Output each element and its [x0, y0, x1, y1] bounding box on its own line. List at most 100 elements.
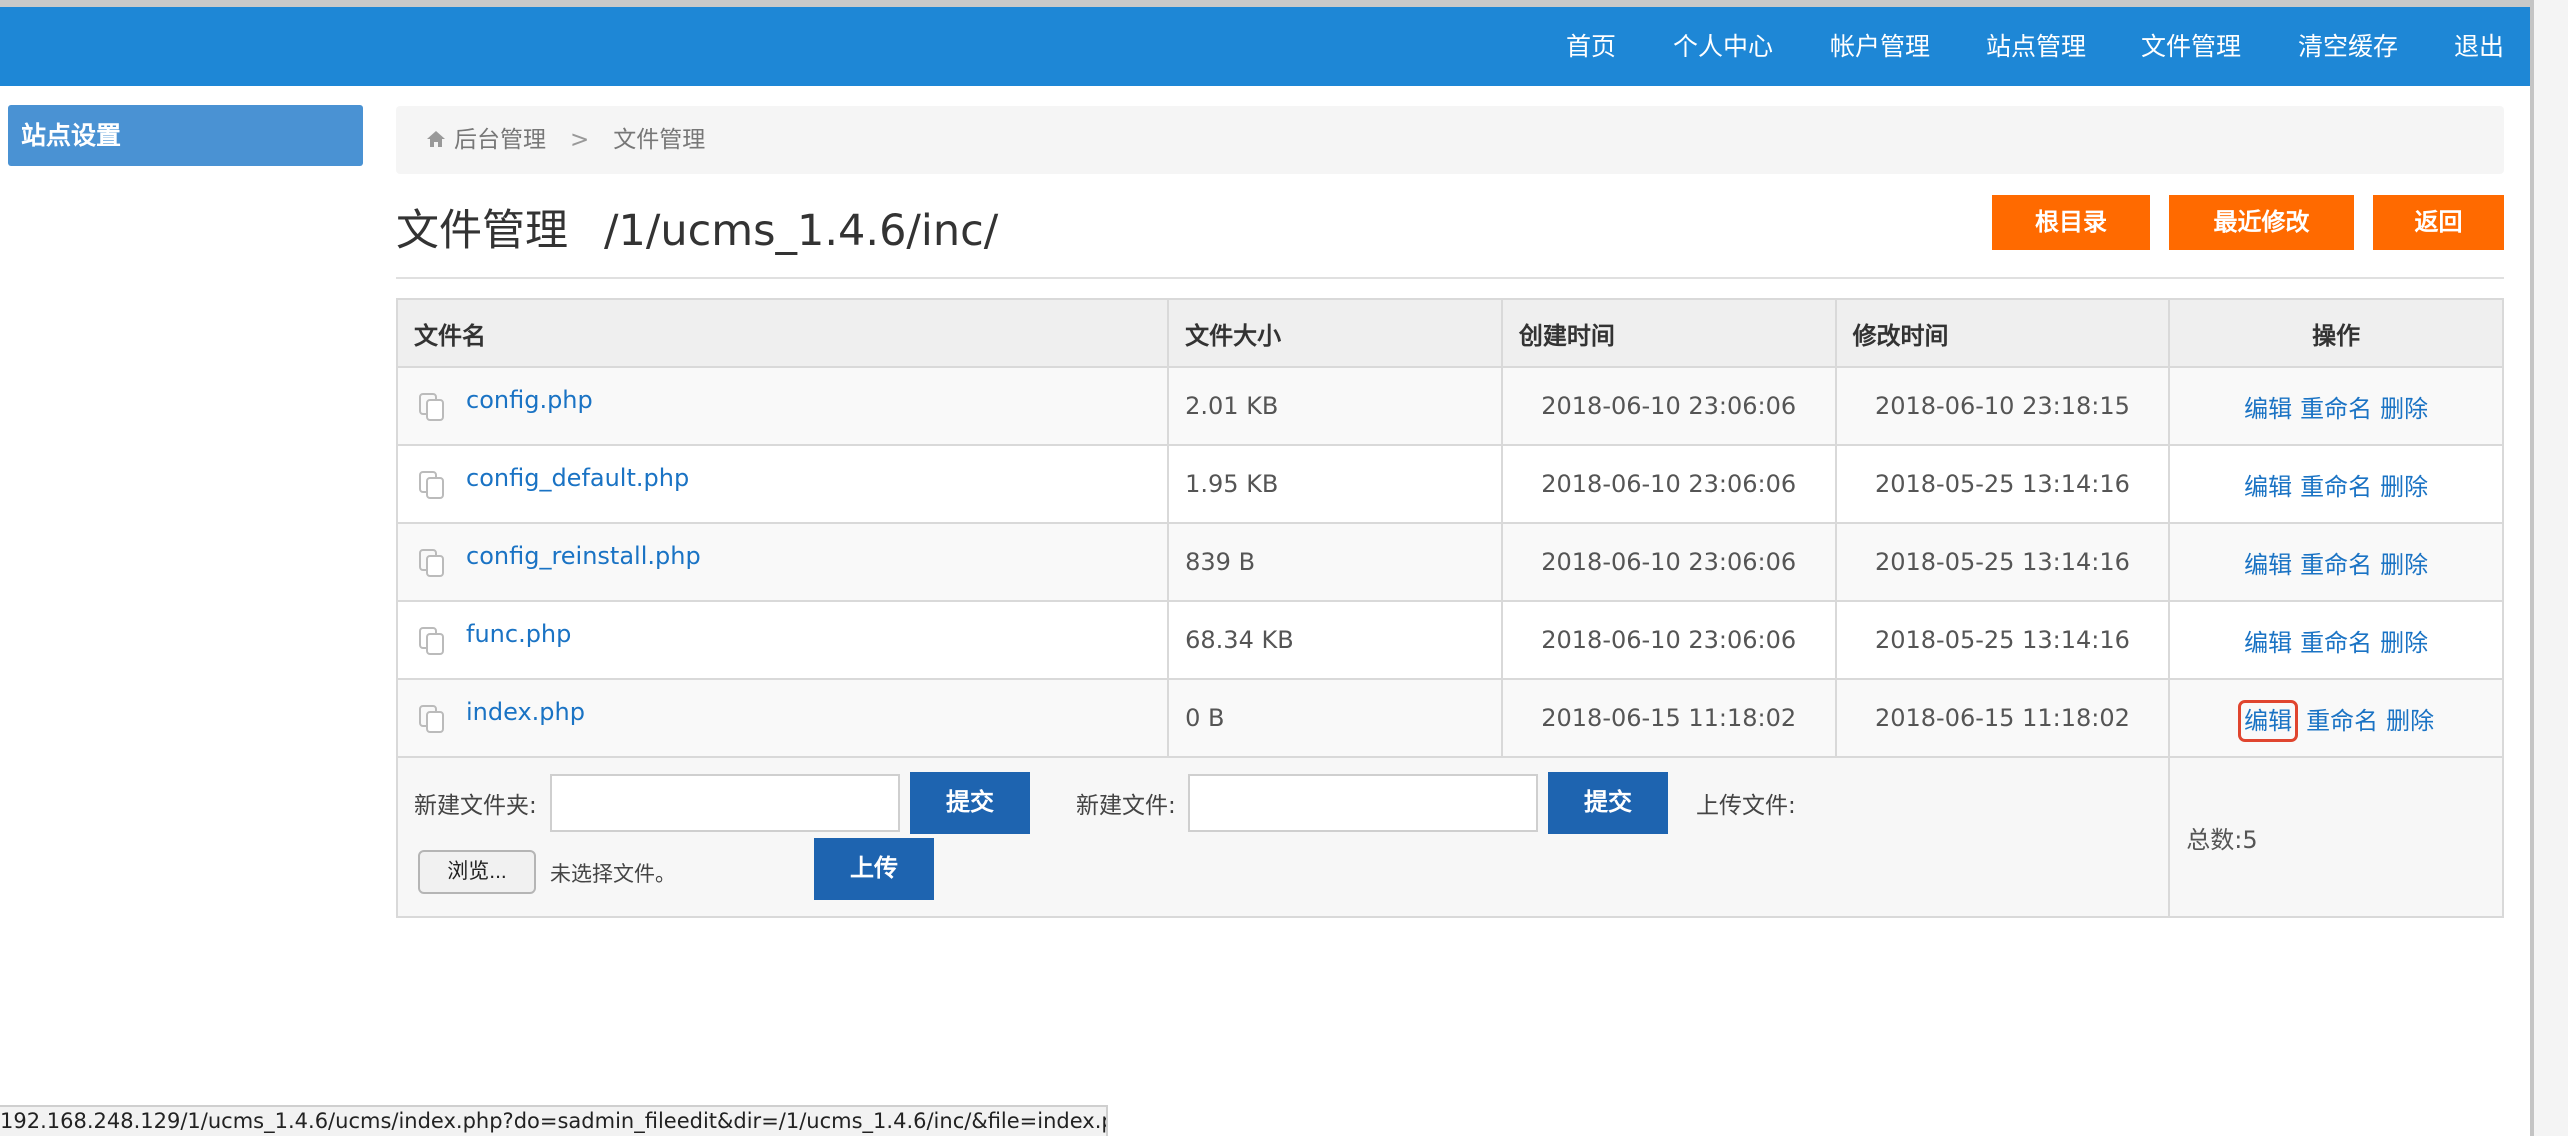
nav-home[interactable]: 首页	[1566, 7, 1616, 86]
browser-top-strip	[0, 0, 2530, 7]
root-dir-button[interactable]: 根目录	[1992, 195, 2150, 250]
operations-cell: 编辑 重命名 删除	[2168, 366, 2504, 446]
file-link[interactable]: index.php	[466, 698, 585, 726]
table-row: func.php 68.34 KB 2018-06-10 23:06:06 20…	[395, 600, 2504, 680]
header-created-time: 创建时间	[1500, 298, 1837, 368]
no-file-selected-text: 未选择文件。	[550, 862, 676, 886]
header-operations: 操作	[2168, 298, 2504, 368]
file-name-cell: index.php	[395, 678, 1170, 758]
header-file-name: 文件名	[395, 298, 1170, 368]
new-file-input[interactable]	[1188, 774, 1538, 832]
rename-link[interactable]: 重命名	[2300, 473, 2372, 501]
back-button[interactable]: 返回	[2373, 195, 2504, 250]
edit-link[interactable]: 编辑	[2244, 473, 2292, 501]
table-row: config_reinstall.php 839 B 2018-06-10 23…	[395, 522, 2504, 602]
file-link[interactable]: config.php	[466, 386, 593, 414]
rename-link[interactable]: 重命名	[2300, 551, 2372, 579]
file-size-cell: 1.95 KB	[1167, 444, 1503, 524]
new-file-label: 新建文件:	[1076, 793, 1176, 819]
file-size-cell: 839 B	[1167, 522, 1503, 602]
file-name-cell: config_reinstall.php	[395, 522, 1170, 602]
file-name-cell: config.php	[395, 366, 1170, 446]
modified-time-cell: 2018-06-10 23:18:15	[1834, 366, 2171, 446]
new-folder-submit-button[interactable]: 提交	[910, 772, 1030, 834]
modified-time-cell: 2018-05-25 13:14:16	[1834, 600, 2171, 680]
created-time-cell: 2018-06-10 23:06:06	[1500, 366, 1837, 446]
file-copy-icon	[418, 392, 446, 428]
page-title-text: 文件管理	[396, 206, 568, 256]
total-count: 总数:5	[2168, 756, 2504, 918]
breadcrumb: 后台管理 > 文件管理	[396, 106, 2504, 174]
file-name-cell: config_default.php	[395, 444, 1170, 524]
file-size-cell: 0 B	[1167, 678, 1503, 758]
file-copy-icon	[418, 626, 446, 662]
home-icon	[426, 107, 446, 175]
modified-time-cell: 2018-05-25 13:14:16	[1834, 444, 2171, 524]
table-row: index.php 0 B 2018-06-15 11:18:02 2018-0…	[395, 678, 2504, 758]
page-title: 文件管理/1/ucms_1.4.6/inc/	[396, 196, 998, 258]
upload-button[interactable]: 上传	[814, 838, 934, 900]
delete-link[interactable]: 删除	[2380, 551, 2428, 579]
file-link[interactable]: config_reinstall.php	[466, 542, 701, 570]
modified-time-cell: 2018-05-25 13:14:16	[1834, 522, 2171, 602]
operations-cell: 编辑 重命名 删除	[2168, 600, 2504, 680]
created-time-cell: 2018-06-10 23:06:06	[1500, 522, 1837, 602]
file-size-cell: 2.01 KB	[1167, 366, 1503, 446]
breadcrumb-home-link[interactable]: 后台管理	[454, 127, 546, 153]
file-name-cell: func.php	[395, 600, 1170, 680]
file-copy-icon	[418, 470, 446, 506]
delete-link[interactable]: 删除	[2380, 629, 2428, 657]
file-copy-icon	[418, 704, 446, 740]
window-right-edge	[2530, 0, 2568, 1136]
file-size-cell: 68.34 KB	[1167, 600, 1503, 680]
delete-link[interactable]: 删除	[2380, 395, 2428, 423]
new-folder-input[interactable]	[550, 774, 900, 832]
table-row: config_default.php 1.95 KB 2018-06-10 23…	[395, 444, 2504, 524]
created-time-cell: 2018-06-15 11:18:02	[1500, 678, 1837, 758]
window-divider	[2530, 0, 2534, 1136]
file-copy-icon	[418, 548, 446, 584]
recent-changes-button[interactable]: 最近修改	[2169, 195, 2354, 250]
nav-clear-cache[interactable]: 清空缓存	[2298, 7, 2398, 86]
table-footer-row: 新建文件夹: 提交 新建文件: 提交 上传文件: 浏览... 未选择文件。 上传…	[395, 756, 2504, 918]
edit-link[interactable]: 编辑	[2244, 395, 2292, 423]
edit-link[interactable]: 编辑	[2244, 629, 2292, 657]
browse-button[interactable]: 浏览...	[418, 850, 536, 894]
create-upload-cell: 新建文件夹: 提交 新建文件: 提交 上传文件: 浏览... 未选择文件。 上传	[395, 756, 2171, 918]
status-bar-url: 192.168.248.129/1/ucms_1.4.6/ucms/index.…	[0, 1105, 1108, 1136]
sidebar-item-site-settings[interactable]: 站点设置	[8, 105, 363, 166]
nav-logout[interactable]: 退出	[2454, 7, 2504, 86]
breadcrumb-separator: >	[570, 127, 590, 153]
nav-account-management[interactable]: 帐户管理	[1830, 7, 1930, 86]
delete-link[interactable]: 删除	[2386, 707, 2434, 735]
modified-time-cell: 2018-06-15 11:18:02	[1834, 678, 2171, 758]
operations-cell: 编辑 重命名 删除	[2168, 444, 2504, 524]
table-header-row: 文件名 文件大小 创建时间 修改时间 操作	[395, 298, 2504, 368]
table-row: config.php 2.01 KB 2018-06-10 23:06:06 2…	[395, 366, 2504, 446]
rename-link[interactable]: 重命名	[2300, 395, 2372, 423]
operations-cell: 编辑 重命名 删除	[2168, 678, 2504, 758]
breadcrumb-current: 文件管理	[613, 127, 706, 153]
current-path: /1/ucms_1.4.6/inc/	[604, 206, 999, 256]
operations-cell: 编辑 重命名 删除	[2168, 522, 2504, 602]
file-link[interactable]: config_default.php	[466, 464, 689, 492]
nav-site-management[interactable]: 站点管理	[1986, 7, 2086, 86]
upload-file-label: 上传文件:	[1696, 793, 1796, 819]
delete-link[interactable]: 删除	[2380, 473, 2428, 501]
header-modified-time: 修改时间	[1834, 298, 2171, 368]
nav-file-management[interactable]: 文件管理	[2141, 7, 2241, 86]
created-time-cell: 2018-06-10 23:06:06	[1500, 444, 1837, 524]
new-file-submit-button[interactable]: 提交	[1548, 772, 1668, 834]
rename-link[interactable]: 重命名	[2306, 707, 2378, 735]
edit-link-highlighted[interactable]: 编辑	[2238, 699, 2299, 742]
edit-link[interactable]: 编辑	[2244, 551, 2292, 579]
title-divider	[396, 277, 2504, 279]
created-time-cell: 2018-06-10 23:06:06	[1500, 600, 1837, 680]
new-folder-label: 新建文件夹:	[414, 793, 537, 819]
top-navbar: 首页 个人中心 帐户管理 站点管理 文件管理 清空缓存 退出	[0, 7, 2530, 86]
header-file-size: 文件大小	[1167, 298, 1503, 368]
file-table: 文件名 文件大小 创建时间 修改时间 操作 config.php 2.01 KB…	[395, 298, 2504, 918]
rename-link[interactable]: 重命名	[2300, 629, 2372, 657]
nav-personal-center[interactable]: 个人中心	[1673, 7, 1773, 86]
file-link[interactable]: func.php	[466, 620, 571, 648]
